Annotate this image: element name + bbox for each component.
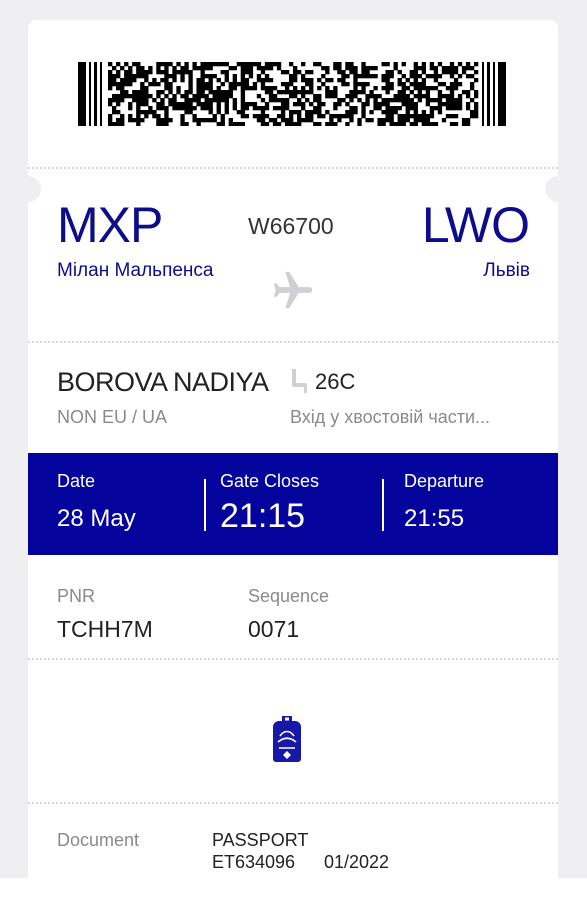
divider [28, 802, 558, 804]
boarding-pass: MXP Мілан Мальпенса W66700 LWO Львів BOR… [28, 20, 558, 880]
document-expiry: 01/2022 [324, 852, 390, 872]
document-label: Document [57, 830, 140, 850]
pnr-label: PNR [57, 586, 96, 606]
sequence-value: 0071 [248, 616, 300, 642]
date-value: 28 May [57, 505, 136, 532]
separator [204, 479, 206, 531]
ticket-notch-right [545, 176, 558, 202]
origin-code: MXP [57, 197, 163, 253]
origin-city: Мілан Мальпенса [57, 260, 214, 281]
times-band: Date 28 May Gate Closes 21:15 Departure … [28, 453, 558, 555]
ticket-notch-left [28, 176, 41, 202]
divider [28, 167, 558, 169]
backpack-icon [273, 716, 301, 762]
destination-city: Львів [483, 260, 530, 281]
departure-value: 21:55 [404, 505, 465, 532]
seat-icon [292, 369, 307, 393]
page-bottom [0, 878, 587, 911]
departure-label: Departure [404, 471, 485, 491]
passenger-category: NON EU / UA [57, 407, 168, 427]
seat-number: 26C [315, 369, 356, 394]
sequence-label: Sequence [248, 586, 330, 606]
plane-icon [273, 271, 313, 309]
boarding-note: Вхід у хвостовій части... [290, 407, 491, 427]
gate-closes-value: 21:15 [220, 497, 306, 535]
divider [28, 341, 558, 343]
gate-closes-label: Gate Closes [220, 471, 320, 491]
divider [28, 658, 558, 660]
barcode [78, 62, 506, 126]
passenger-name: BOROVA NADIYA [57, 367, 269, 397]
document-type: PASSPORT [212, 830, 309, 850]
pnr-value: TCHH7M [57, 616, 153, 642]
separator [382, 479, 384, 531]
document-number: ET634096 [212, 852, 296, 872]
destination-code: LWO [421, 197, 530, 253]
flight-number: W66700 [248, 213, 334, 239]
date-label: Date [57, 471, 96, 491]
